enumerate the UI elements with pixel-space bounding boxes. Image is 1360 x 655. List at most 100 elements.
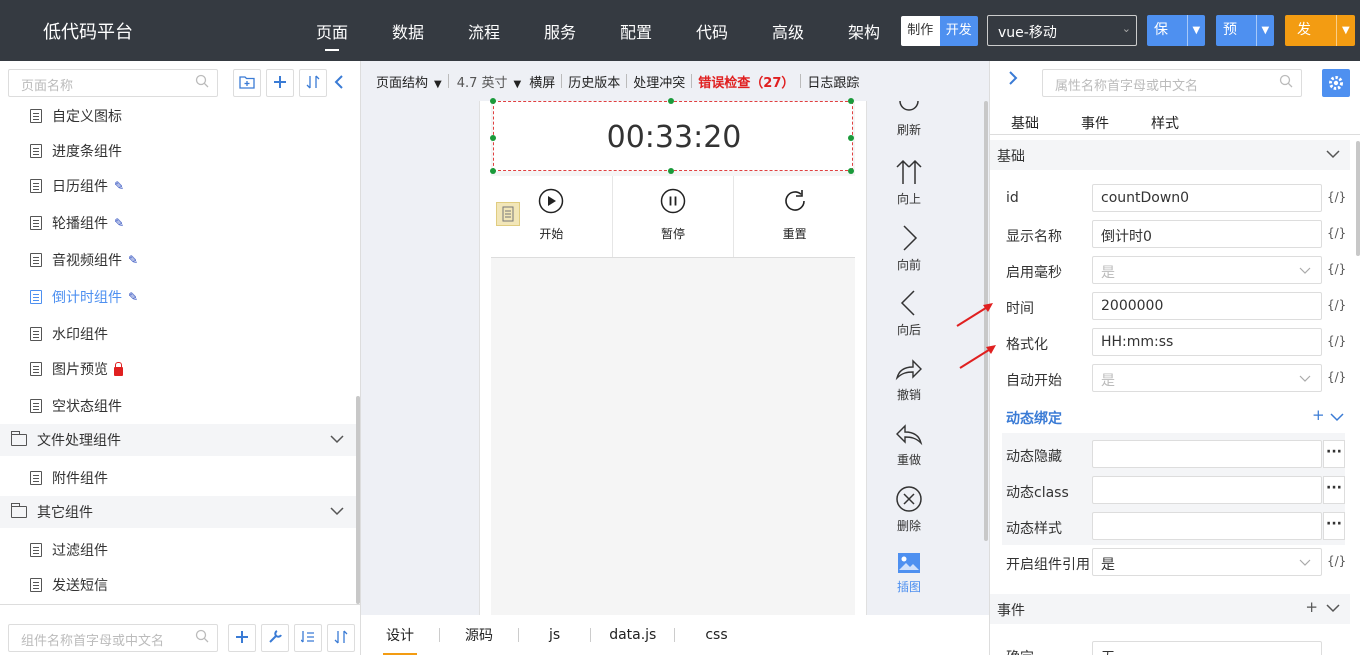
- tab-styles[interactable]: 样式: [1151, 113, 1179, 133]
- pause-button[interactable]: 暂停: [613, 176, 735, 257]
- section-basic-header[interactable]: 基础: [990, 140, 1350, 170]
- list-item[interactable]: 过滤组件: [30, 540, 108, 560]
- resize-handle[interactable]: [490, 168, 496, 174]
- expression-toggle[interactable]: {/}: [1327, 262, 1346, 276]
- tab-data-js[interactable]: data.js: [591, 627, 674, 643]
- nav-config[interactable]: 配置: [620, 19, 652, 43]
- tab-events[interactable]: 事件: [1081, 113, 1109, 133]
- tab-design[interactable]: 设计: [361, 625, 439, 655]
- group-file-processing[interactable]: 文件处理组件: [0, 424, 356, 456]
- history-button[interactable]: 历史版本: [568, 72, 620, 91]
- conflict-button[interactable]: 处理冲突: [633, 72, 685, 91]
- log-trace-button[interactable]: 日志跟踪: [807, 72, 859, 91]
- more-icon[interactable]: ···: [1323, 512, 1345, 540]
- component-search-input[interactable]: 组件名称首字母或中文名: [8, 624, 218, 652]
- list-item[interactable]: 图片预览: [30, 359, 123, 379]
- add-component-button[interactable]: [228, 624, 256, 652]
- dyn-hidden-input[interactable]: [1092, 440, 1322, 468]
- tab-js[interactable]: js: [519, 627, 590, 643]
- resize-handle[interactable]: [848, 135, 854, 141]
- resize-handle[interactable]: [490, 98, 496, 104]
- caret-down-icon[interactable]: ▼: [1335, 15, 1355, 46]
- sort-button[interactable]: [299, 69, 327, 97]
- reset-button[interactable]: 重置: [734, 176, 855, 257]
- expression-toggle[interactable]: {/}: [1327, 370, 1346, 384]
- prop-millis-select[interactable]: 是: [1092, 256, 1322, 284]
- list-item[interactable]: 发送短信: [30, 575, 108, 595]
- delete-button[interactable]: 删除: [884, 485, 934, 534]
- chevron-down-icon[interactable]: [1330, 411, 1344, 426]
- save-button[interactable]: 保存 ▼: [1147, 15, 1205, 46]
- insert-image-button[interactable]: 插图: [884, 552, 934, 595]
- drag-handle-icon[interactable]: [496, 202, 520, 226]
- prop-time-input[interactable]: 2000000: [1092, 292, 1322, 320]
- gear-icon[interactable]: [1322, 69, 1350, 97]
- nav-advanced[interactable]: 高级: [772, 19, 804, 43]
- move-up-button[interactable]: 向上: [884, 158, 934, 207]
- prop-display-name-input[interactable]: 倒计时0: [1092, 220, 1322, 248]
- resize-handle[interactable]: [848, 98, 854, 104]
- prop-autostart-select[interactable]: 是: [1092, 364, 1322, 392]
- nav-service[interactable]: 服务: [544, 19, 576, 43]
- properties-scrollbar[interactable]: [1356, 141, 1360, 256]
- resize-handle[interactable]: [848, 168, 854, 174]
- caret-down-icon[interactable]: ▼: [1186, 15, 1205, 46]
- list-item[interactable]: 进度条组件: [30, 141, 122, 161]
- preview-button[interactable]: 预览 ▼: [1216, 15, 1274, 46]
- group-other[interactable]: 其它组件: [0, 496, 356, 528]
- back-button[interactable]: 向后: [884, 289, 934, 338]
- page-structure-menu[interactable]: 页面结构 ▼: [376, 72, 442, 91]
- nav-architecture[interactable]: 架构: [848, 19, 880, 43]
- prop-format-input[interactable]: HH:mm:ss: [1092, 328, 1322, 356]
- nav-data[interactable]: 数据: [392, 19, 424, 43]
- framework-select[interactable]: vue-移动 ⌄: [987, 15, 1137, 46]
- mode-make-button[interactable]: 制作: [901, 16, 940, 46]
- property-search-input[interactable]: 属性名称首字母或中文名: [1042, 69, 1302, 97]
- screen-size-select[interactable]: 4.7 英寸 ▼: [457, 72, 522, 91]
- list-item[interactable]: 轮播组件 ✎: [30, 213, 124, 233]
- add-page-button[interactable]: [266, 69, 294, 97]
- more-icon[interactable]: ···: [1323, 440, 1345, 468]
- add-event-icon[interactable]: +: [1305, 598, 1318, 616]
- refresh-button[interactable]: 刷新: [884, 97, 934, 138]
- resize-handle[interactable]: [668, 98, 674, 104]
- list-item[interactable]: 音视频组件 ✎: [30, 250, 138, 270]
- countdown-component[interactable]: 00:33:20: [493, 101, 853, 171]
- redo-button[interactable]: 重做: [884, 421, 934, 468]
- collapse-left-icon[interactable]: [334, 74, 344, 94]
- nav-page[interactable]: 页面: [316, 19, 348, 51]
- list-item[interactable]: 附件组件: [30, 468, 108, 488]
- left-scrollbar[interactable]: [356, 396, 360, 604]
- add-binding-icon[interactable]: +: [1312, 406, 1325, 424]
- event-partial-select[interactable]: 无: [1092, 641, 1322, 655]
- add-folder-button[interactable]: [233, 69, 261, 97]
- undo-button[interactable]: 撤销: [884, 356, 934, 403]
- page-search-input[interactable]: 页面名称: [8, 69, 218, 97]
- chevron-right-icon[interactable]: [1008, 70, 1018, 91]
- expression-toggle[interactable]: {/}: [1327, 334, 1346, 348]
- caret-down-icon[interactable]: ▼: [1255, 15, 1274, 46]
- tab-source[interactable]: 源码: [440, 625, 518, 645]
- landscape-button[interactable]: 横屏: [529, 72, 555, 91]
- list-item[interactable]: 空状态组件: [30, 396, 122, 416]
- comp-ref-select[interactable]: 是: [1092, 548, 1322, 576]
- expression-toggle[interactable]: {/}: [1327, 554, 1346, 568]
- wrench-icon[interactable]: [261, 624, 289, 652]
- dyn-class-input[interactable]: [1092, 476, 1322, 504]
- tab-basic[interactable]: 基础: [1011, 113, 1039, 133]
- mode-dev-button[interactable]: 开发: [939, 16, 978, 46]
- forward-button[interactable]: 向前: [884, 224, 934, 273]
- nav-code[interactable]: 代码: [696, 19, 728, 43]
- expression-toggle[interactable]: {/}: [1327, 190, 1346, 204]
- expression-toggle[interactable]: {/}: [1327, 226, 1346, 240]
- more-icon[interactable]: ···: [1323, 476, 1345, 504]
- dyn-style-input[interactable]: [1092, 512, 1322, 540]
- tab-css[interactable]: css: [675, 627, 757, 643]
- resize-handle[interactable]: [668, 168, 674, 174]
- list-item[interactable]: 自定义图标: [30, 106, 122, 126]
- prop-id-input[interactable]: countDown0: [1092, 184, 1322, 212]
- nav-flow[interactable]: 流程: [468, 19, 500, 43]
- list-item-active[interactable]: 倒计时组件 ✎: [30, 287, 138, 307]
- publish-button[interactable]: 发布 ▼: [1285, 15, 1355, 46]
- list-item[interactable]: 水印组件: [30, 324, 108, 344]
